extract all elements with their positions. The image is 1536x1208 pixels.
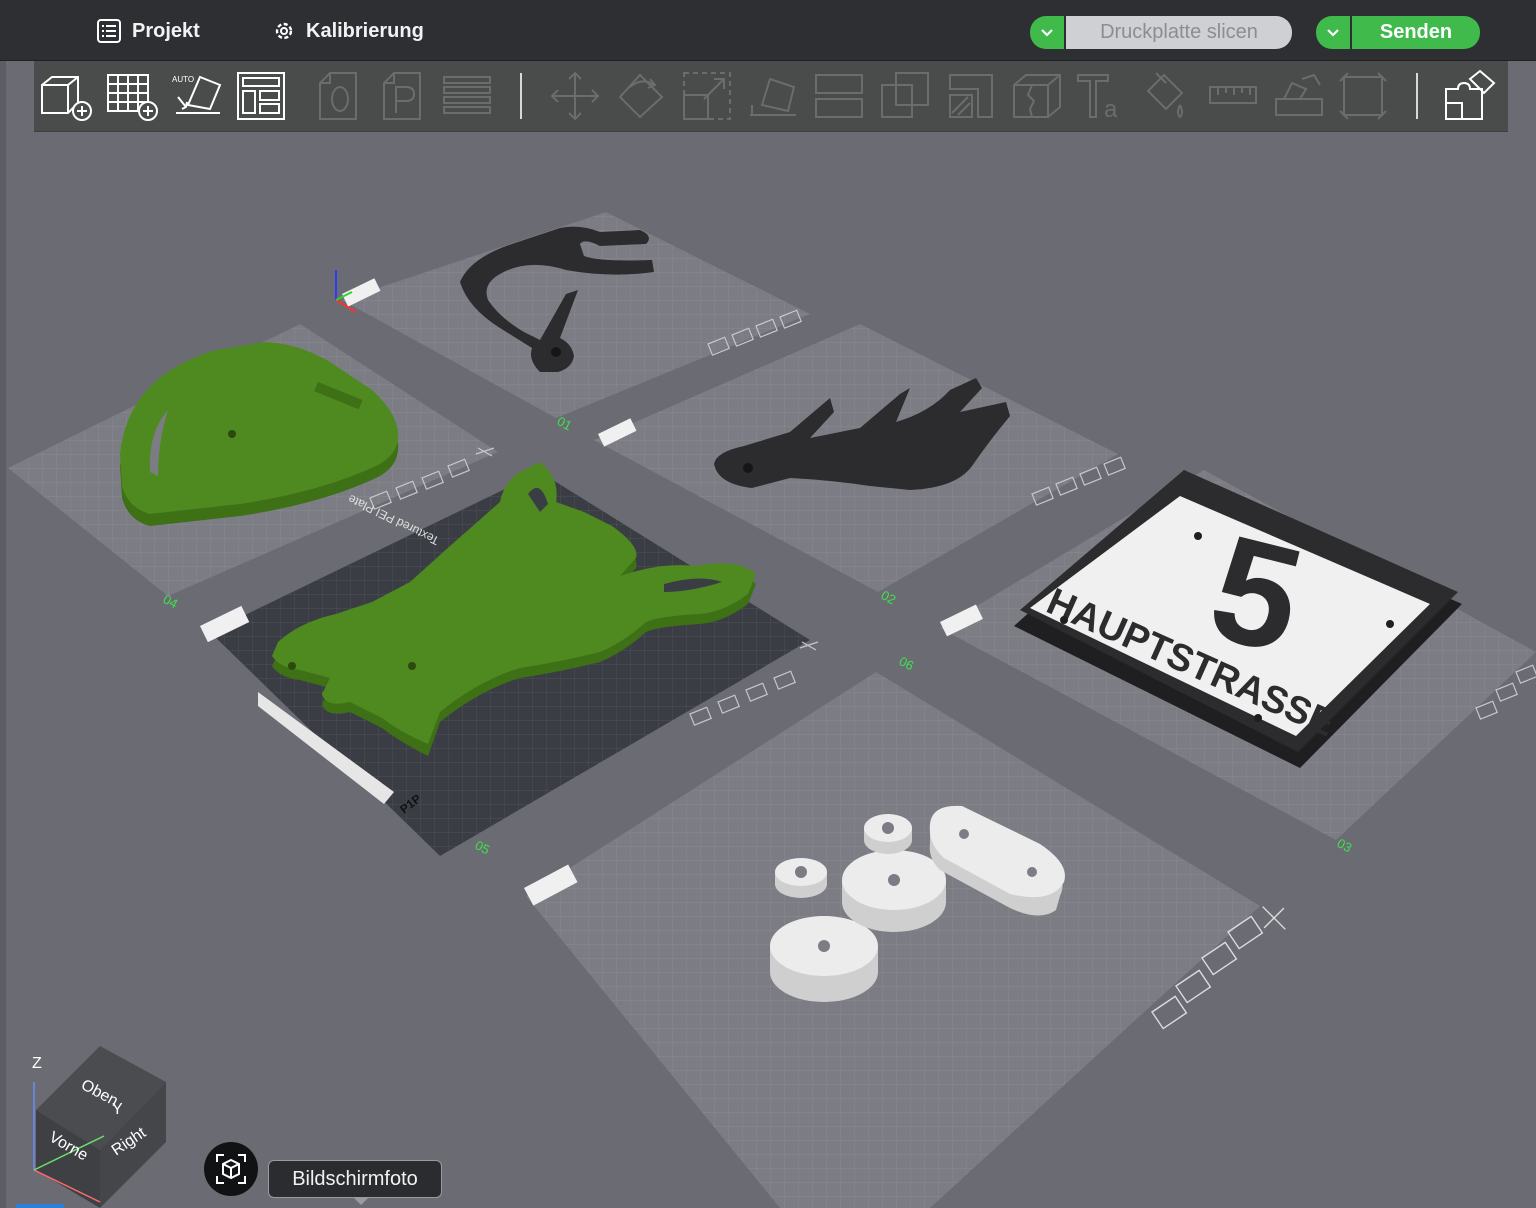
svg-text:AUTO: AUTO — [172, 75, 194, 84]
cut-button[interactable] — [812, 69, 866, 123]
screenshot-button[interactable] — [204, 1142, 258, 1196]
plate-p-button[interactable] — [376, 69, 430, 123]
view-cube[interactable]: Z Y Oben Vorne Right — [20, 1046, 180, 1208]
boolean-button[interactable] — [878, 69, 932, 123]
paint-bucket-icon — [1146, 72, 1184, 119]
toolbar-separator — [520, 73, 522, 119]
menu-kalibrierung-label: Kalibrierung — [306, 19, 424, 42]
arrange-button[interactable] — [234, 69, 288, 123]
menu-kalibrierung[interactable]: Kalibrierung — [272, 14, 424, 48]
assembly-view-button[interactable] — [1272, 69, 1326, 123]
move-icon — [550, 71, 600, 121]
lay-on-face-icon — [750, 77, 796, 116]
screenshot-tooltip: Bildschirmfoto — [268, 1160, 442, 1205]
axis-z-label: Z — [32, 1055, 42, 1072]
send-split-button: Senden — [1316, 16, 1480, 49]
orient-o-button[interactable] — [312, 69, 366, 123]
support-paint-button[interactable] — [944, 69, 998, 123]
ruler-icon — [1209, 86, 1257, 104]
send-dropdown-button[interactable] — [1316, 16, 1352, 49]
slice-dropdown-button[interactable] — [1030, 16, 1066, 49]
assemble-button[interactable] — [1442, 69, 1496, 123]
cut-icon — [815, 74, 863, 118]
assembly-icon — [1275, 73, 1323, 116]
plate-number: 02 — [879, 587, 899, 607]
gear-icon — [272, 19, 296, 43]
rotate-icon — [618, 73, 664, 119]
o-page-icon — [319, 72, 357, 120]
puzzle-icon — [1445, 69, 1496, 120]
svg-text:a: a — [1104, 96, 1118, 123]
text-button[interactable]: a — [1074, 69, 1128, 123]
lay-on-face-button[interactable] — [746, 69, 800, 123]
chevron-down-icon — [1327, 28, 1339, 37]
seam-icon — [1013, 74, 1061, 118]
build-plate-scene[interactable]: 01 02 04 03 5 HAUPTSTRASSE P1P Textured … — [0, 132, 1536, 1208]
tooltip-arrow — [353, 1197, 369, 1205]
auto-orient-icon: AUTO — [172, 75, 222, 114]
slice-plate-split-button: Druckplatte slicen — [1030, 16, 1292, 49]
fit-frame-icon — [1339, 72, 1387, 120]
move-button[interactable] — [548, 69, 602, 123]
scale-button[interactable] — [680, 69, 734, 123]
fit-view-button[interactable] — [1336, 69, 1390, 123]
plate-number: 05 — [473, 837, 493, 857]
send-button[interactable]: Senden — [1352, 16, 1480, 49]
toolbar: AUTO a — [34, 61, 1508, 132]
rotate-button[interactable] — [614, 69, 668, 123]
cube-plus-icon — [41, 76, 92, 121]
scale-icon — [683, 72, 731, 120]
layers-button[interactable] — [440, 69, 494, 123]
list-icon — [96, 18, 122, 44]
menu-projekt-label: Projekt — [132, 19, 200, 42]
p-page-icon — [383, 72, 421, 120]
status-strip — [16, 1204, 64, 1208]
layers-icon — [443, 76, 491, 114]
chevron-down-icon — [1041, 28, 1053, 37]
screenshot-icon — [216, 1154, 246, 1184]
support-paint-icon — [949, 74, 993, 118]
plate-number: 06 — [897, 653, 917, 673]
add-plate-button[interactable] — [104, 69, 158, 123]
boolean-icon — [881, 72, 929, 118]
color-paint-button[interactable] — [1140, 69, 1194, 123]
top-bar: Projekt Kalibrierung Druckplatte slicen … — [0, 0, 1536, 61]
plate-number: 04 — [161, 591, 181, 611]
menu-projekt[interactable]: Projekt — [96, 14, 200, 48]
text-icon: a — [1077, 74, 1118, 123]
slice-plate-button[interactable]: Druckplatte slicen — [1066, 16, 1292, 49]
add-part-button[interactable] — [38, 69, 92, 123]
arrange-layout-icon — [237, 72, 285, 120]
toolbar-separator — [1416, 73, 1418, 119]
measure-button[interactable] — [1206, 69, 1260, 123]
plate-type-label: Textured PEI Plate — [346, 492, 442, 548]
tooltip-text: Bildschirmfoto — [292, 1167, 418, 1190]
auto-orient-button[interactable]: AUTO — [170, 69, 224, 123]
grid-plus-icon — [107, 74, 158, 121]
seam-button[interactable] — [1010, 69, 1064, 123]
